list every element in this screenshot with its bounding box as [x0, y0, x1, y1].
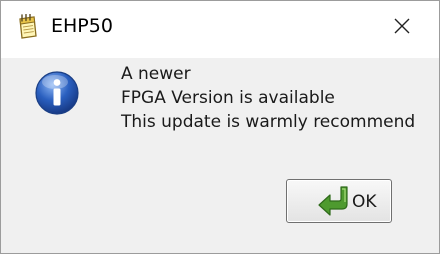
window-title: EHP50	[51, 15, 113, 37]
close-button[interactable]	[377, 7, 427, 49]
close-icon	[393, 17, 411, 39]
message-line: This update is warmly recommend	[121, 112, 416, 132]
message-dialog: EHP50 A newer FPGA Version is available …	[0, 0, 440, 254]
information-icon	[34, 70, 80, 116]
ok-button[interactable]: OK	[286, 179, 392, 223]
message-line: A newer	[121, 64, 191, 84]
message-text: A newer FPGA Version is available This u…	[121, 62, 415, 134]
dialog-body: A newer FPGA Version is available This u…	[1, 58, 439, 253]
ok-button-label: OK	[352, 192, 377, 212]
title-bar[interactable]: EHP50	[1, 1, 439, 58]
message-line: FPGA Version is available	[121, 88, 335, 108]
notepad-icon	[15, 13, 39, 40]
green-return-arrow-icon	[317, 185, 351, 217]
